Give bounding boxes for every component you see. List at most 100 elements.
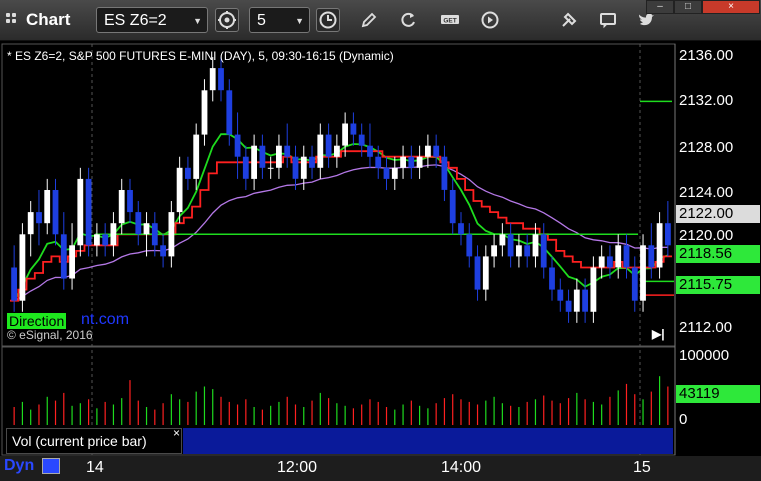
candle-body (358, 134, 365, 146)
candle-body (391, 167, 398, 179)
clock-icon (319, 11, 337, 29)
symbol-value: ES Z6=2 (104, 12, 167, 29)
candle-body (499, 234, 506, 246)
candle-body (441, 156, 448, 190)
candle-body (185, 167, 191, 179)
price-axis-label: 2128.00 (679, 139, 734, 156)
candle-body (94, 234, 100, 246)
candle-body (19, 234, 26, 301)
indicator-lines (10, 100, 674, 302)
close-button[interactable]: × (702, 0, 760, 14)
grip-icon[interactable] (6, 13, 20, 27)
candle-body (325, 134, 332, 157)
candle-body (375, 156, 382, 168)
candle-body (209, 68, 216, 91)
watermark-suffix: nt.com (81, 311, 130, 328)
interval-input[interactable]: 5 ▼ (249, 7, 310, 33)
time-axis-label: 14:00 (441, 459, 482, 476)
candle-body (151, 223, 158, 246)
candle-body (598, 256, 605, 268)
candle-body (516, 245, 522, 257)
candle-body (127, 190, 133, 213)
candle-body (60, 234, 67, 279)
candle-body (573, 289, 580, 312)
candle-body (367, 145, 373, 157)
refresh-icon[interactable] (398, 10, 418, 30)
candle-body (85, 178, 92, 246)
candle-body (549, 267, 555, 290)
candle-body (557, 289, 564, 301)
volume-study-tag[interactable]: Vol (current price bar) × (6, 426, 182, 454)
price-axis-label: 2112.00 (679, 319, 733, 336)
chart-header: * ES Z6=2, S&P 500 FUTURES E-MINI (DAY),… (7, 49, 394, 63)
close-icon[interactable]: × (173, 426, 180, 440)
svg-text:GET: GET (443, 18, 456, 25)
candle-body (36, 212, 42, 224)
scroll-to-end-icon[interactable]: ▶| (652, 327, 665, 341)
candle-body (317, 134, 324, 168)
candle-body (416, 156, 423, 168)
candle-body (11, 267, 17, 301)
candle-body (350, 123, 357, 135)
chat-icon[interactable] (598, 10, 618, 30)
maximize-button[interactable]: □ (674, 0, 702, 14)
candle-body (160, 245, 166, 257)
symbol-link-icon (218, 11, 236, 29)
symbol-input[interactable]: ES Z6=2 ▼ (96, 7, 208, 33)
dynamic-label: Dyn (4, 457, 35, 474)
candle-body (433, 145, 440, 157)
volume-bars (13, 376, 669, 425)
time-axis-label: 12:00 (277, 459, 318, 476)
candle-body (665, 223, 671, 246)
price-axis-label: 2136.00 (679, 47, 734, 64)
chevron-down-icon[interactable]: ▼ (193, 8, 202, 34)
candle-body (267, 167, 274, 169)
candle-body (590, 267, 597, 312)
pencil-icon[interactable] (359, 10, 379, 30)
candle-body (524, 245, 531, 257)
candle-body (135, 212, 142, 235)
candle-body (540, 234, 547, 268)
play-icon[interactable] (480, 10, 500, 30)
candle-body (507, 234, 514, 257)
price-chart[interactable] (0, 41, 761, 481)
candle-body (284, 145, 291, 157)
candle-body (52, 190, 59, 235)
price-axis-label: 2124.00 (679, 184, 734, 201)
interval-value: 5 (257, 12, 266, 29)
candle-body (300, 156, 307, 179)
candle-body (69, 245, 75, 279)
candle-body (383, 167, 390, 179)
volume-axis-label: 0 (679, 411, 688, 428)
candle-body (276, 145, 282, 168)
candle-body (201, 90, 208, 135)
symbol-link-button[interactable] (215, 8, 239, 32)
candle-body (449, 190, 456, 224)
candle-body (615, 245, 622, 268)
get-icon[interactable]: GET (440, 10, 460, 30)
candle-body (565, 300, 572, 312)
title-toolbar: Chart ES Z6=2 ▼ 5 ▼ GET – □ × (0, 0, 761, 41)
candle-body (425, 145, 431, 157)
price-tag: 2118.56 (676, 245, 760, 263)
volume-axis-label: 100000 (679, 347, 730, 364)
candle-body (176, 167, 183, 213)
candle-body (226, 90, 233, 135)
candle-body (168, 212, 175, 257)
candle-body (640, 245, 646, 301)
price-axis-label: 2120.00 (679, 227, 734, 244)
candle-body (193, 134, 200, 179)
candle-body (251, 145, 257, 179)
candle-body (466, 234, 473, 257)
minimize-button[interactable]: – (646, 0, 674, 14)
watermark-brand: Direction (7, 313, 67, 329)
volume-study-label: Vol (current price bar) (12, 433, 147, 449)
candle-body (623, 245, 630, 268)
chevron-down-icon[interactable]: ▼ (295, 8, 304, 34)
fullscreen-icon[interactable] (42, 458, 60, 474)
price-axis-label: 2132.00 (679, 92, 734, 109)
tools-icon[interactable] (559, 10, 579, 30)
candle-body (342, 123, 348, 146)
green-average-line (13, 133, 669, 302)
interval-clock-button[interactable] (316, 8, 340, 32)
